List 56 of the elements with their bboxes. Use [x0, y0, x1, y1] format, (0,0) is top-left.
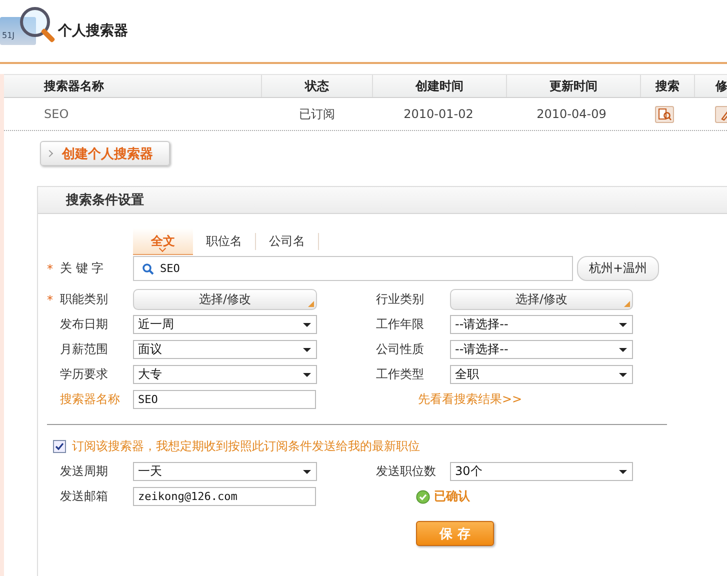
field-label: 搜索器名称 — [60, 391, 120, 408]
dropdown[interactable]: 一天 — [133, 462, 317, 481]
keyword-field[interactable]: SEO — [133, 256, 573, 281]
field-label: 发布日期 — [60, 316, 108, 333]
search-icon — [142, 262, 154, 274]
caret-icon — [303, 470, 311, 474]
field-label: 关 键 字 — [60, 260, 104, 277]
page-title: 个人搜索器 — [58, 22, 128, 40]
dropdown[interactable]: 大专 — [133, 365, 317, 384]
table-cell: 2010-01-02 — [404, 107, 474, 121]
field-label: 工作年限 — [376, 316, 424, 333]
field-label: 月薪范围 — [60, 341, 108, 358]
caret-icon — [619, 470, 627, 474]
subscribe-label: 订阅该搜索器，我想定期收到按照此订阅条件发送给我的最新职位 — [72, 438, 420, 454]
field-label: 公司性质 — [376, 341, 424, 358]
column-header: 搜索器名称 — [4, 75, 262, 97]
caret-icon — [619, 323, 627, 327]
column-header: 创建时间 — [373, 75, 507, 97]
field-label: 发送周期 — [60, 463, 108, 480]
caret-icon — [303, 348, 311, 352]
caret-icon — [303, 373, 311, 377]
confirmed-status: 已确认 — [434, 488, 470, 505]
search-tab[interactable]: 职位名 — [193, 233, 256, 250]
dropdown[interactable]: 面议 — [133, 340, 317, 359]
select-modify-button[interactable]: 选择/修改 — [133, 289, 317, 310]
required-mark: * — [47, 292, 54, 306]
table-cell: 已订阅 — [299, 106, 335, 122]
column-header: 更新时间 — [507, 75, 641, 97]
check-circle-icon — [416, 490, 430, 504]
field-label: 工作类型 — [376, 366, 424, 383]
field-label: 发送邮箱 — [60, 488, 108, 505]
dropdown[interactable]: --请选择-- — [450, 315, 633, 334]
select-modify-button[interactable]: 选择/修改 — [450, 289, 633, 310]
dropdown[interactable]: 30个 — [450, 462, 633, 481]
field-label: 发送职位数 — [376, 463, 436, 480]
input-field[interactable]: SEO — [133, 390, 316, 409]
caret-icon — [619, 373, 627, 377]
city-button[interactable]: 杭州+温州 — [577, 256, 659, 281]
required-mark: * — [47, 262, 54, 276]
column-header: 状态 — [262, 75, 373, 97]
dropdown[interactable]: 近一周 — [133, 315, 317, 334]
caret-icon — [303, 323, 311, 327]
caret-icon — [619, 348, 627, 352]
field-label: 职能类别 — [60, 291, 108, 308]
table-cell: 2010-04-09 — [536, 107, 606, 121]
input-field[interactable]: zeikong@126.com — [133, 487, 316, 506]
field-label: 行业类别 — [376, 291, 424, 308]
column-header: 搜索 — [641, 75, 695, 97]
dropdown[interactable]: 全职 — [450, 365, 633, 384]
panel-title: 搜索条件设置 — [66, 192, 144, 209]
subscribe-checkbox[interactable] — [53, 440, 66, 452]
table-cell: SEO — [44, 107, 69, 121]
field-label: 学历要求 — [60, 366, 108, 383]
document-search-icon[interactable] — [655, 106, 674, 122]
dropdown[interactable]: --请选择-- — [450, 340, 633, 359]
search-tab[interactable]: 公司名 — [256, 233, 319, 250]
